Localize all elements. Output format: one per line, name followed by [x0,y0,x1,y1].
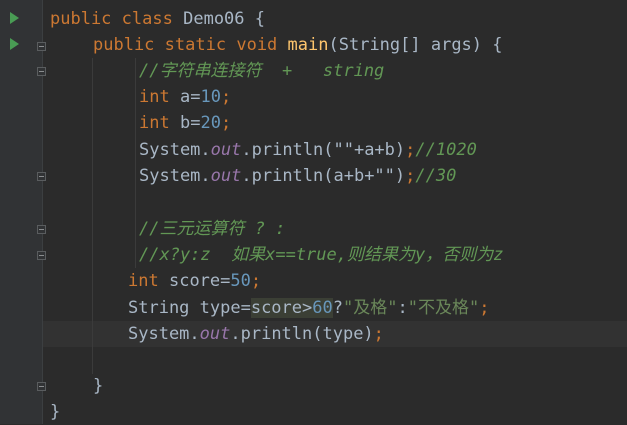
semicolon: ; [479,298,490,318]
run-main-icon[interactable] [10,38,19,50]
number-literal: 10 [200,87,221,107]
comment: //x?y:z 如果x==true,则结果为y，否则为z [139,245,504,265]
fold-icon[interactable] [37,251,46,260]
code-line-println-2[interactable]: System.out.println(a+b+"");//30 [139,163,456,189]
code-line-int-score[interactable]: int score=50; [128,268,261,294]
keyword: void [236,35,278,55]
fold-icon[interactable] [37,67,46,76]
semicolon: ; [373,324,384,344]
fold-icon[interactable] [37,42,46,51]
class-name: Demo06 [183,9,245,29]
keyword: public [93,35,155,55]
comment: //字符串连接符 + string [139,61,385,81]
semicolon: ; [250,271,262,291]
keyword: class [121,9,173,29]
brace: { [254,9,266,29]
gutter-divider [42,0,43,424]
code-line-close-class[interactable]: } [50,399,60,425]
declaration: String type= [128,298,251,318]
comment: //1020 [415,140,477,160]
keyword: int [139,87,170,107]
params: (String[] args) [328,35,483,55]
method-name: main [287,35,329,55]
ternary-colon: : [397,298,408,318]
comment: //三元运算符 ? : [139,219,286,239]
keyword: public [50,9,112,29]
keyword: int [139,113,170,133]
code-line-int-a[interactable]: int a=10; [139,84,231,110]
declaration: b= [179,113,201,133]
brace: { [492,35,503,55]
method-call: .println(""+a+b) [241,140,406,160]
field-out: out [210,140,242,160]
semicolon: ; [220,113,232,133]
string-literal: "不及格" [407,298,480,318]
keyword: static [164,35,227,55]
brace: } [50,402,61,422]
number-literal: 60 [312,298,333,318]
fold-icon[interactable] [37,172,46,181]
declaration: score= [168,271,231,291]
semicolon: ; [405,166,416,186]
method-call: .println(a+b+"") [241,166,406,186]
code-line-println-1[interactable]: System.out.println(""+a+b);//1020 [139,137,477,163]
system-ref: System. [128,324,200,344]
method-call: .println(type) [230,324,374,344]
code-line-comment[interactable]: //字符串连接符 + string [139,58,384,84]
fold-icon[interactable] [37,382,46,391]
declaration: a= [179,87,201,107]
code-line-comment[interactable]: //x?y:z 如果x==true,则结果为y，否则为z [139,242,503,268]
field-out: out [199,324,231,344]
number-literal: 50 [230,271,251,291]
editor-gutter [0,0,42,424]
code-line-int-b[interactable]: int b=20; [139,110,231,136]
semicolon: ; [405,140,416,160]
run-class-icon[interactable] [10,12,19,24]
code-line-close-method[interactable]: } [93,373,103,399]
field-out: out [210,166,242,186]
fold-icon[interactable] [37,225,46,234]
ternary-operator: ? [332,298,343,318]
code-line-println-type[interactable]: System.out.println(type); [128,321,384,347]
number-literal: 20 [200,113,221,133]
string-literal: "及格" [342,298,398,318]
code-line-main-decl[interactable]: public static void main(String[] args) { [93,32,503,58]
highlighted-expression: score> [250,298,313,318]
semicolon: ; [220,87,232,107]
system-ref: System. [139,166,211,186]
brace: } [93,376,104,396]
comment: //30 [415,166,457,186]
code-line-comment[interactable]: //三元运算符 ? : [139,216,285,242]
indent-guide [92,58,93,374]
indent-guide [135,58,136,268]
system-ref: System. [139,140,211,160]
code-line-ternary[interactable]: String type=score>60?"及格":"不及格"; [128,295,489,321]
code-line-class-decl[interactable]: public class Demo06 { [50,6,265,32]
keyword: int [128,271,159,291]
